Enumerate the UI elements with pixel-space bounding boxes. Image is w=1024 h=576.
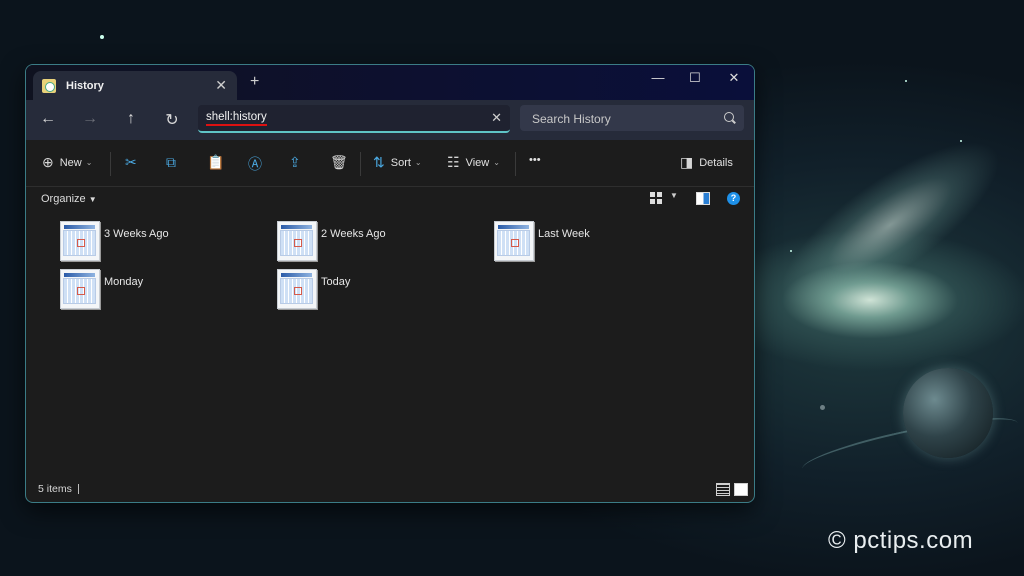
organize-bar: Organize ▼ ▼ ? bbox=[26, 187, 754, 213]
address-input[interactable]: shell:history bbox=[206, 111, 267, 126]
status-bar: 5 items bbox=[26, 480, 754, 502]
folder-item[interactable]: Monday bbox=[60, 269, 260, 313]
folder-item[interactable]: 2 Weeks Ago bbox=[277, 221, 477, 265]
divider bbox=[515, 152, 516, 176]
up-button[interactable]: ↑ bbox=[120, 110, 142, 128]
delete-button[interactable]: 🗑 bbox=[330, 154, 354, 171]
calendar-folder-icon bbox=[60, 269, 100, 309]
trash-icon: 🗑 bbox=[330, 154, 348, 170]
calendar-folder-icon bbox=[277, 269, 317, 309]
folder-name: 2 Weeks Ago bbox=[321, 228, 386, 240]
details-pane-icon: ◨ bbox=[680, 154, 694, 170]
folder-item[interactable]: 3 Weeks Ago bbox=[60, 221, 260, 265]
view-label: View bbox=[465, 156, 490, 169]
navigation-bar: ← → ↑ ↻ shell:history ✕ Search History bbox=[26, 100, 754, 140]
large-icons-view-button[interactable] bbox=[734, 483, 748, 496]
wallpaper-planet bbox=[903, 368, 993, 458]
preview-pane-icon[interactable] bbox=[696, 192, 710, 205]
view-dropdown-icon[interactable]: ▼ bbox=[670, 191, 678, 200]
folder-item[interactable]: Last Week bbox=[494, 221, 694, 265]
forward-button[interactable]: → bbox=[79, 110, 101, 128]
chevron-down-icon: ⌄ bbox=[414, 158, 422, 167]
title-bar: History ✕ + — ☐ ✕ bbox=[26, 65, 754, 100]
share-button[interactable]: ⇪ bbox=[289, 154, 307, 171]
more-icon: ••• bbox=[529, 154, 541, 166]
calendar-folder-icon bbox=[494, 221, 534, 261]
wallpaper-star bbox=[100, 35, 104, 39]
share-icon: ⇪ bbox=[289, 154, 301, 170]
help-icon[interactable]: ? bbox=[727, 192, 740, 205]
divider bbox=[110, 152, 111, 176]
maximize-button[interactable]: ☐ bbox=[680, 70, 710, 86]
change-view-icon[interactable] bbox=[650, 192, 662, 204]
watermark: © pctips.com bbox=[828, 527, 974, 554]
details-pane-button[interactable]: ◨ Details bbox=[680, 154, 733, 171]
wallpaper-galaxy bbox=[757, 113, 1023, 337]
chevron-down-icon: ⌄ bbox=[85, 158, 93, 167]
details-label: Details bbox=[699, 156, 733, 169]
command-bar: ⊕ New ⌄ ✂ ⧉ 📋 Ⓐ ⇪ 🗑 ⇅ Sort ⌄ ☷ View ⌄ ••… bbox=[26, 140, 754, 187]
tab-history[interactable]: History ✕ bbox=[33, 71, 237, 100]
wallpaper-star bbox=[905, 80, 907, 82]
folder-item[interactable]: Today bbox=[277, 269, 477, 313]
cut-button[interactable]: ✂ bbox=[125, 154, 143, 171]
chevron-down-icon: ⌄ bbox=[493, 158, 500, 167]
search-icon bbox=[724, 112, 734, 122]
divider bbox=[360, 152, 361, 176]
status-divider bbox=[78, 484, 79, 494]
organize-menu[interactable]: Organize ▼ bbox=[41, 193, 97, 205]
folder-name: Last Week bbox=[538, 228, 590, 240]
new-label: New bbox=[59, 156, 82, 169]
sort-button[interactable]: ⇅ Sort ⌄ bbox=[373, 154, 422, 171]
wallpaper-moon bbox=[820, 405, 825, 410]
wallpaper-star bbox=[960, 140, 962, 142]
minimize-button[interactable]: — bbox=[643, 70, 673, 85]
back-button[interactable]: ← bbox=[37, 110, 59, 128]
folder-name: Monday bbox=[104, 276, 144, 288]
history-folder-icon bbox=[42, 78, 56, 93]
item-count: 5 items bbox=[38, 483, 72, 495]
file-explorer-window: History ✕ + — ☐ ✕ ← → ↑ ↻ shell:history … bbox=[25, 64, 755, 503]
file-list: 3 Weeks Ago 2 Weeks Ago Last Week Monday… bbox=[26, 213, 754, 473]
scissors-icon: ✂ bbox=[125, 154, 137, 170]
caret-down-icon: ▼ bbox=[88, 195, 97, 204]
copy-button[interactable]: ⧉ bbox=[166, 154, 182, 171]
view-button[interactable]: ☷ View ⌄ bbox=[447, 154, 500, 171]
new-tab-button[interactable]: + bbox=[250, 73, 259, 91]
sort-label: Sort bbox=[390, 156, 411, 169]
new-button[interactable]: ⊕ New ⌄ bbox=[42, 154, 92, 171]
refresh-button[interactable]: ↻ bbox=[161, 110, 183, 130]
search-input[interactable]: Search History bbox=[532, 112, 611, 126]
rename-icon: Ⓐ bbox=[248, 156, 262, 172]
view-icon: ☷ bbox=[447, 154, 460, 170]
wallpaper-star bbox=[790, 250, 792, 252]
copy-icon: ⧉ bbox=[166, 154, 176, 170]
close-tab-icon[interactable]: ✕ bbox=[215, 77, 227, 94]
folder-name: 3 Weeks Ago bbox=[104, 228, 169, 240]
plus-circle-icon: ⊕ bbox=[42, 154, 54, 170]
tab-title: History bbox=[66, 79, 104, 92]
sort-icon: ⇅ bbox=[373, 154, 385, 170]
rename-button[interactable]: Ⓐ bbox=[248, 154, 268, 174]
close-window-button[interactable]: ✕ bbox=[719, 70, 749, 86]
folder-name: Today bbox=[321, 276, 351, 288]
calendar-folder-icon bbox=[277, 221, 317, 261]
organize-label: Organize bbox=[41, 193, 86, 205]
paste-button[interactable]: 📋 bbox=[207, 154, 230, 171]
more-options-button[interactable]: ••• bbox=[529, 154, 541, 166]
details-view-button[interactable] bbox=[716, 483, 730, 496]
calendar-folder-icon bbox=[60, 221, 100, 261]
address-bar[interactable]: shell:history ✕ bbox=[198, 105, 510, 133]
clear-address-icon[interactable]: ✕ bbox=[491, 110, 502, 126]
paste-icon: 📋 bbox=[207, 154, 225, 170]
search-box[interactable]: Search History bbox=[520, 105, 744, 131]
